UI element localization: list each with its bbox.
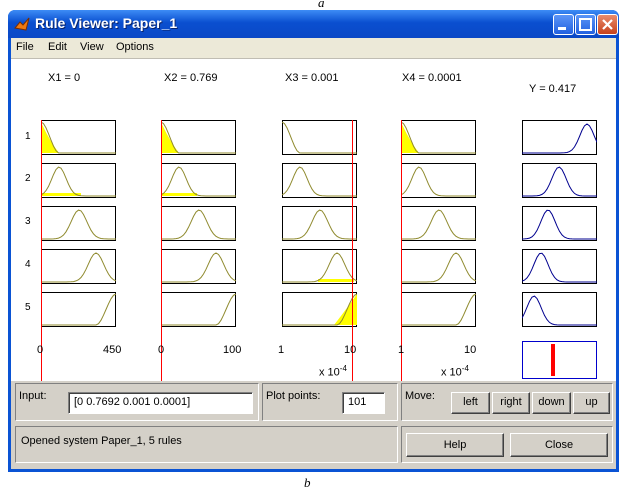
input-3-rule-line[interactable] (352, 120, 353, 381)
input-1-rule-line[interactable] (41, 120, 42, 381)
input-3-title: X3 = 0.001 (285, 72, 339, 84)
input-1-rule-2-plot (41, 163, 116, 198)
status-text: Opened system Paper_1, 5 rules (21, 435, 182, 447)
menu-file[interactable]: File (16, 41, 34, 53)
output-rule-3-plot (522, 206, 597, 241)
input-2-title: X2 = 0.769 (164, 72, 218, 84)
input-3-rule-3-plot (282, 206, 357, 241)
input-4-rule-line[interactable] (401, 120, 402, 381)
input-4-rule-3-plot (401, 206, 476, 241)
input-2-rule-4-plot (161, 249, 236, 284)
rule-plot-area: X1 = 0 X2 = 0.769 X3 = 0.001 X4 = 0.0001… (11, 59, 616, 393)
input-2-rule-1-plot (161, 120, 236, 155)
input-4-rule-4-plot (401, 249, 476, 284)
input-1-rule-1-plot (41, 120, 116, 155)
output-value-bar (551, 344, 556, 376)
input-1-rule-3-plot (41, 206, 116, 241)
input-4-rule-5-plot (401, 292, 476, 327)
input-3-rule-5-plot (282, 292, 357, 327)
maximize-button[interactable] (575, 14, 596, 35)
maximize-icon (579, 18, 592, 31)
caption-bottom: b (304, 475, 311, 490)
rule-number-3: 3 (25, 216, 31, 227)
input-2-rule-5-plot (161, 292, 236, 327)
rule-number-4: 4 (25, 259, 31, 270)
input-4-scale-label: x 10-4 (441, 364, 469, 379)
input-4-rule-2-plot (401, 163, 476, 198)
input-1-rule-5-plot (41, 292, 116, 327)
move-right-button[interactable]: right (492, 392, 530, 414)
menu-edit[interactable]: Edit (48, 41, 67, 53)
input-1-max-label: 450 (103, 344, 122, 356)
input-3-rule-2-plot (282, 163, 357, 198)
output-title: Y = 0.417 (529, 83, 577, 95)
output-rule-1-plot (522, 120, 597, 155)
input-3-rule-4-plot (282, 249, 357, 284)
input-3-max-label: 10 (344, 344, 357, 356)
close-button[interactable]: Close (510, 433, 608, 457)
input-4-min-label: 1 (398, 344, 405, 356)
input-3-rule-1-plot (282, 120, 357, 155)
input-1-min-label: 0 (37, 344, 44, 356)
client-area: File Edit View Options X1 = 0 X2 = 0.769… (11, 38, 616, 469)
input-1-title: X1 = 0 (48, 72, 81, 84)
menu-options[interactable]: Options (116, 41, 154, 53)
input-4-rule-1-plot (401, 120, 476, 155)
input-label: Input: (19, 390, 47, 402)
input-2-max-label: 100 (223, 344, 242, 356)
control-panel: Input: [0 0.7692 0.001 0.0001] Plot poin… (11, 381, 616, 469)
plot-points-label: Plot points: (266, 390, 321, 402)
move-up-button[interactable]: up (573, 392, 610, 414)
rule-number-5: 5 (25, 302, 31, 313)
close-icon (602, 19, 613, 30)
help-button[interactable]: Help (406, 433, 504, 457)
input-2-min-label: 0 (158, 344, 165, 356)
input-3-min-label: 1 (278, 344, 285, 356)
move-down-button[interactable]: down (532, 392, 571, 414)
title-bar[interactable]: Rule Viewer: Paper_1 (8, 10, 619, 38)
rule-number-2: 2 (25, 173, 31, 184)
output-rule-2-plot (522, 163, 597, 198)
close-window-button[interactable] (597, 14, 618, 35)
input-1-rule-4-plot (41, 249, 116, 284)
matlab-logo-icon (14, 17, 30, 31)
input-field[interactable]: [0 0.7692 0.001 0.0001] (68, 392, 253, 414)
output-aggregate-plot (522, 341, 597, 379)
rule-viewer-window: Rule Viewer: Paper_1 File Edit View Opti… (8, 10, 619, 472)
minimize-icon (558, 27, 566, 30)
menu-view[interactable]: View (80, 41, 104, 53)
menu-bar: File Edit View Options (11, 38, 616, 59)
minimize-button[interactable] (553, 14, 574, 35)
move-label: Move: (405, 390, 435, 402)
output-rule-4-plot (522, 249, 597, 284)
input-4-title: X4 = 0.0001 (402, 72, 462, 84)
output-rule-5-plot (522, 292, 597, 327)
input-4-max-label: 10 (464, 344, 477, 356)
input-2-rule-line[interactable] (161, 120, 162, 381)
input-2-rule-2-plot (161, 163, 236, 198)
plot-points-field[interactable]: 101 (342, 392, 385, 414)
window-title: Rule Viewer: Paper_1 (35, 15, 178, 31)
rule-number-1: 1 (25, 131, 31, 142)
input-3-scale-label: x 10-4 (319, 364, 347, 379)
input-2-rule-3-plot (161, 206, 236, 241)
move-left-button[interactable]: left (451, 392, 490, 414)
